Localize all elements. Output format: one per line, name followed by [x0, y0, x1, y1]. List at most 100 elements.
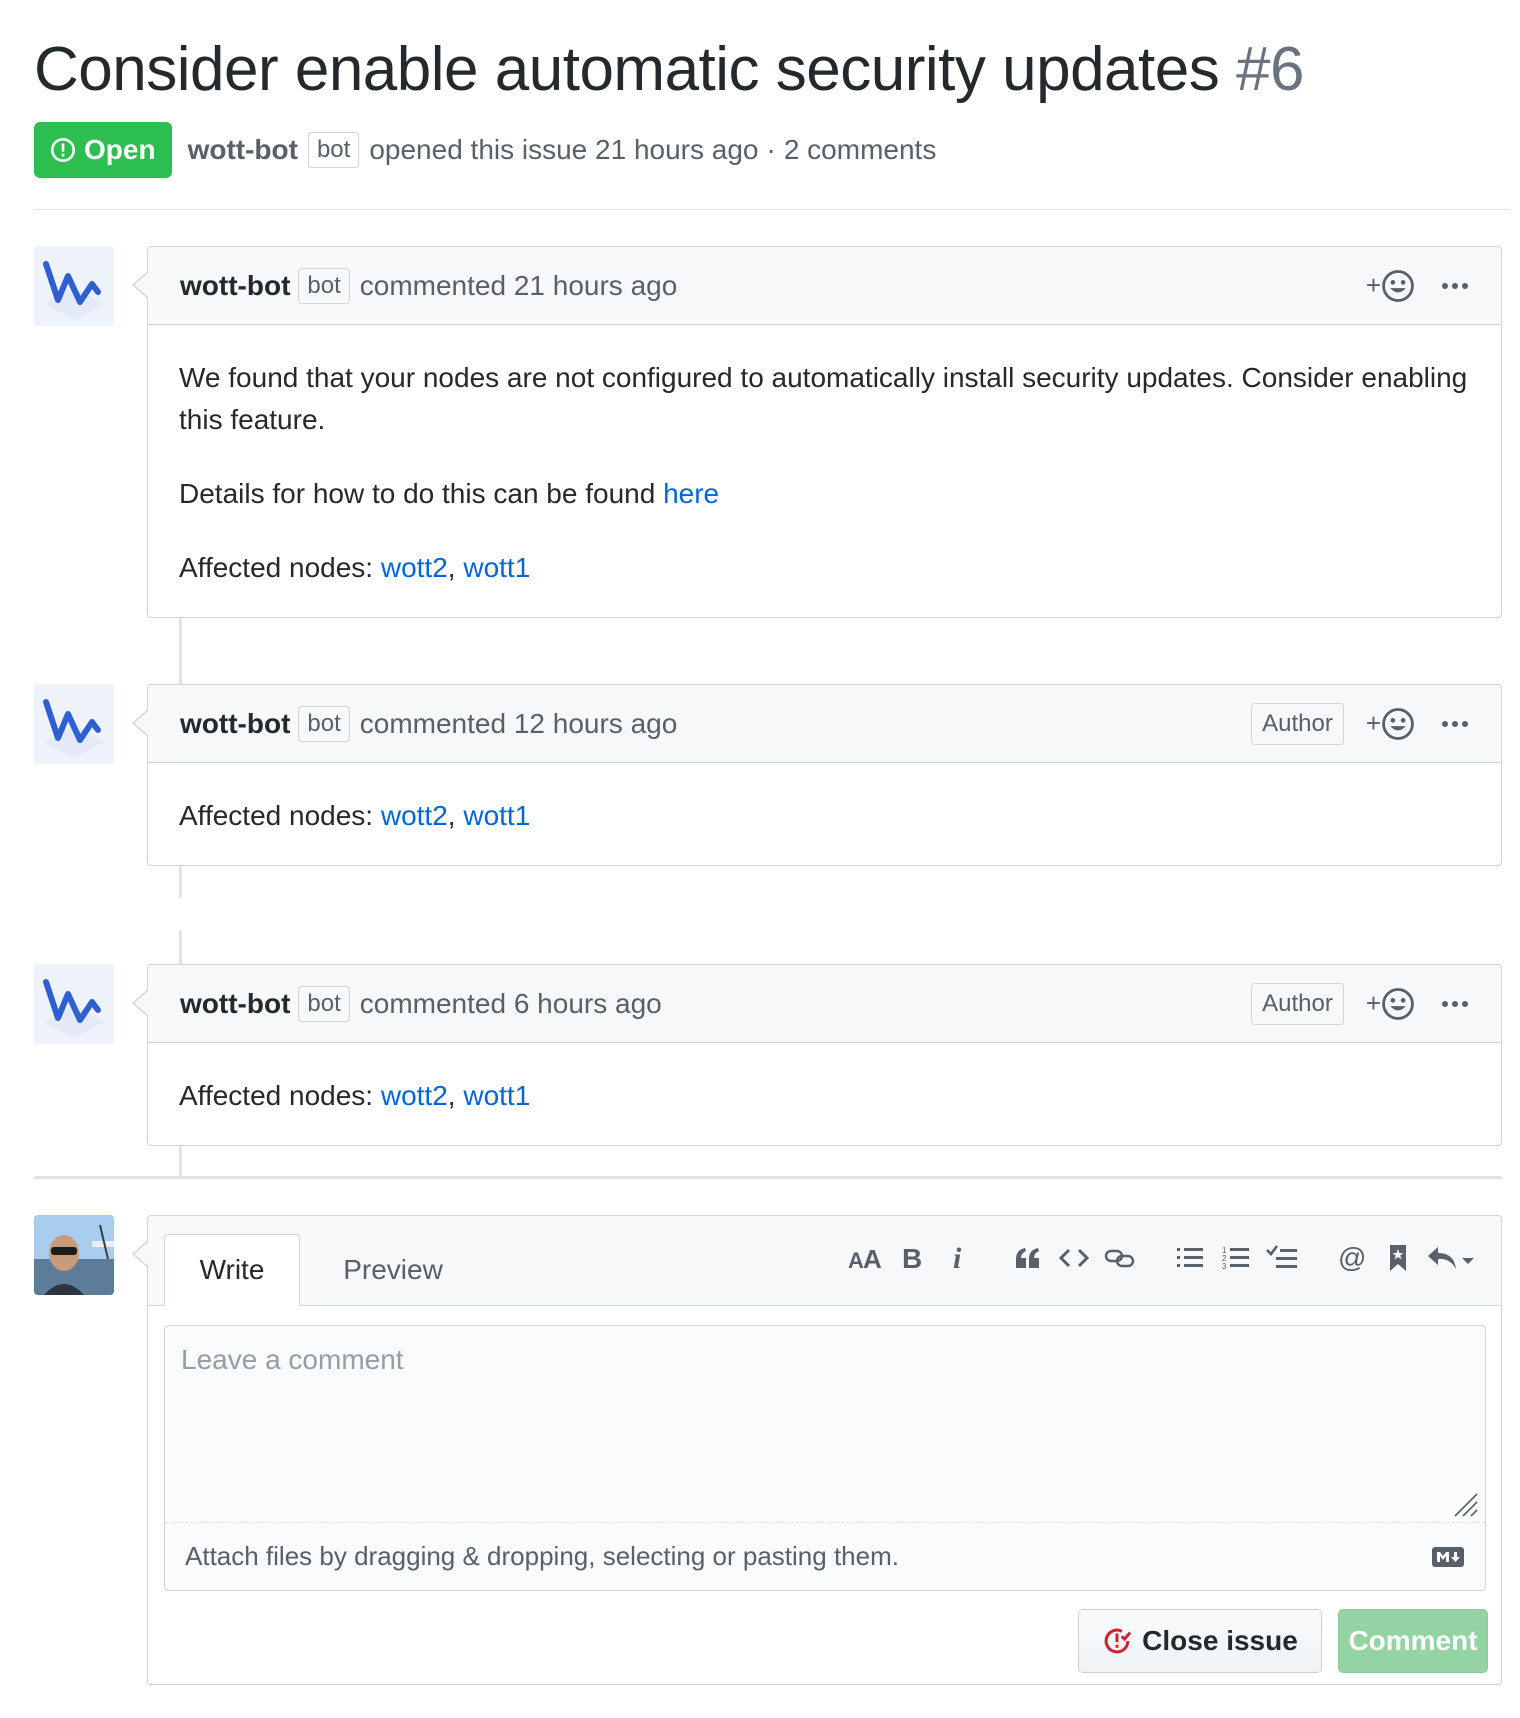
issue-closed-icon — [1104, 1628, 1132, 1654]
mention-icon: @ — [1338, 1244, 1366, 1272]
code-icon — [1059, 1248, 1089, 1268]
svg-text:i: i — [953, 1244, 962, 1272]
node-link-wott1[interactable]: wott1 — [463, 800, 530, 831]
svg-text:@: @ — [1338, 1244, 1366, 1272]
user-photo-icon — [34, 1215, 114, 1295]
comment-timestamp[interactable]: commented 12 hours ago — [360, 708, 678, 740]
affected-label: Affected nodes: — [179, 800, 381, 831]
reaction-plus: + — [1365, 270, 1381, 300]
comment-author-link[interactable]: wott-bot — [180, 988, 290, 1020]
wott-logo-icon — [34, 684, 114, 764]
details-link[interactable]: here — [663, 478, 719, 509]
comment-submit-button[interactable]: Comment — [1338, 1609, 1488, 1673]
comment-textarea[interactable] — [165, 1326, 1485, 1522]
mention-button[interactable]: @ — [1329, 1234, 1375, 1282]
reply-icon — [1428, 1247, 1474, 1269]
affected-nodes: Affected nodes: wott2, wott1 — [179, 795, 1469, 837]
markdown-icon[interactable] — [1431, 1546, 1465, 1568]
node-link-wott2[interactable]: wott2 — [381, 1080, 448, 1111]
issue-open-icon — [50, 137, 76, 163]
avatar-current-user[interactable] — [34, 1215, 114, 1295]
kebab-horizontal-icon — [1442, 282, 1468, 289]
issue-title-text: Consider enable automatic security updat… — [34, 35, 1220, 104]
comment-paragraph: Details for how to do this can be found … — [179, 473, 1469, 515]
resize-handle-icon[interactable] — [1453, 1492, 1479, 1518]
bookmark-icon — [1390, 1245, 1406, 1271]
node-link-wott2[interactable]: wott2 — [381, 800, 448, 831]
affected-label: Affected nodes: — [179, 1080, 381, 1111]
author-badge: Author — [1251, 982, 1344, 1025]
smiley-icon — [1382, 707, 1414, 740]
more-options-button[interactable] — [1441, 1000, 1469, 1008]
ordered-list-icon: 1 2 3 — [1222, 1246, 1249, 1271]
comment-body: Affected nodes: wott2, wott1 — [148, 1043, 1501, 1165]
affected-nodes: Affected nodes: wott2, wott1 — [179, 547, 1469, 589]
add-reaction-button[interactable]: + — [1366, 987, 1415, 1021]
affected-label: Affected nodes: — [179, 552, 381, 583]
quote-button[interactable] — [1005, 1234, 1051, 1282]
affected-nodes: Affected nodes: wott2, wott1 — [179, 1075, 1469, 1117]
comment-composer: Write Preview A A B i 1 2 3 @ Leave a co… — [132, 1215, 1502, 1685]
avatar-wott-bot[interactable] — [34, 964, 114, 1044]
more-options-button[interactable] — [1441, 282, 1469, 290]
comment-3: wott-bot bot commented 6 hours ago Autho… — [132, 964, 1502, 1146]
comment-timestamp[interactable]: commented 21 hours ago — [360, 270, 678, 302]
more-options-button[interactable] — [1441, 720, 1469, 728]
bot-label: bot — [298, 705, 350, 742]
state-label: Open — [84, 134, 156, 165]
saved-reply-dropdown[interactable] — [1421, 1234, 1481, 1282]
separator: , — [447, 800, 464, 831]
details-text: Details for how to do this can be found — [179, 478, 664, 509]
issue-meta: Open wott-bot bot opened this issue 21 h… — [34, 122, 936, 178]
comment-2: wott-bot bot commented 12 hours ago Auth… — [132, 684, 1502, 866]
node-link-wott1[interactable]: wott1 — [463, 552, 530, 583]
comment-1: wott-bot bot commented 21 hours ago + We… — [132, 246, 1502, 618]
comment-body: We found that your nodes are not configu… — [148, 325, 1501, 637]
text-size-button[interactable]: A A — [843, 1234, 889, 1282]
code-button[interactable] — [1051, 1234, 1097, 1282]
svg-text:3: 3 — [1222, 1262, 1227, 1271]
avatar-wott-bot[interactable] — [34, 246, 114, 326]
tab-write[interactable]: Write — [164, 1234, 300, 1306]
reaction-plus: + — [1365, 988, 1381, 1018]
quote-icon — [1016, 1248, 1039, 1268]
comment-author-link[interactable]: wott-bot — [180, 270, 290, 302]
issue-author-link[interactable]: wott-bot — [188, 134, 298, 166]
link-icon — [1104, 1249, 1135, 1268]
task-list-icon — [1266, 1245, 1297, 1268]
comment-actions: + — [1366, 269, 1469, 303]
comment-timestamp[interactable]: commented 6 hours ago — [360, 988, 662, 1020]
comment-count: 2 comments — [783, 134, 937, 165]
ordered-list-button[interactable]: 1 2 3 — [1213, 1234, 1259, 1282]
italic-icon: i — [953, 1244, 962, 1272]
node-link-wott2[interactable]: wott2 — [381, 552, 448, 583]
file-attach-area[interactable]: Attach files by dragging & dropping, sel… — [165, 1522, 1485, 1590]
link-button[interactable] — [1097, 1234, 1143, 1282]
saved-reply-bookmark-button[interactable] — [1375, 1234, 1421, 1282]
meta-separator: · — [766, 134, 776, 165]
comment-input-wrapper: Attach files by dragging & dropping, sel… — [164, 1325, 1486, 1591]
svg-text:A: A — [863, 1244, 882, 1272]
italic-button[interactable]: i — [935, 1234, 981, 1282]
separator: , — [447, 552, 464, 583]
comment-body: Affected nodes: wott2, wott1 — [148, 763, 1501, 885]
unordered-list-button[interactable] — [1167, 1234, 1213, 1282]
smiley-icon — [1382, 269, 1414, 302]
node-link-wott1[interactable]: wott1 — [463, 1080, 530, 1111]
comment-paragraph: We found that your nodes are not configu… — [179, 362, 1468, 435]
author-badge: Author — [1251, 702, 1344, 745]
text-size-icon: A A — [848, 1244, 882, 1272]
bold-button[interactable]: B — [889, 1234, 935, 1282]
bold-icon: B — [902, 1244, 922, 1272]
add-reaction-button[interactable]: + — [1366, 707, 1415, 741]
close-issue-button[interactable]: Close issue — [1078, 1609, 1322, 1673]
tab-preview[interactable]: Preview — [318, 1234, 468, 1306]
task-list-button[interactable] — [1259, 1234, 1305, 1282]
bot-label: bot — [307, 132, 360, 168]
kebab-horizontal-icon — [1442, 1000, 1468, 1007]
add-reaction-button[interactable]: + — [1366, 269, 1415, 303]
wott-logo-icon — [34, 246, 114, 326]
avatar-wott-bot[interactable] — [34, 684, 114, 764]
comment-author-link[interactable]: wott-bot — [180, 708, 290, 740]
smiley-icon — [1382, 987, 1414, 1020]
